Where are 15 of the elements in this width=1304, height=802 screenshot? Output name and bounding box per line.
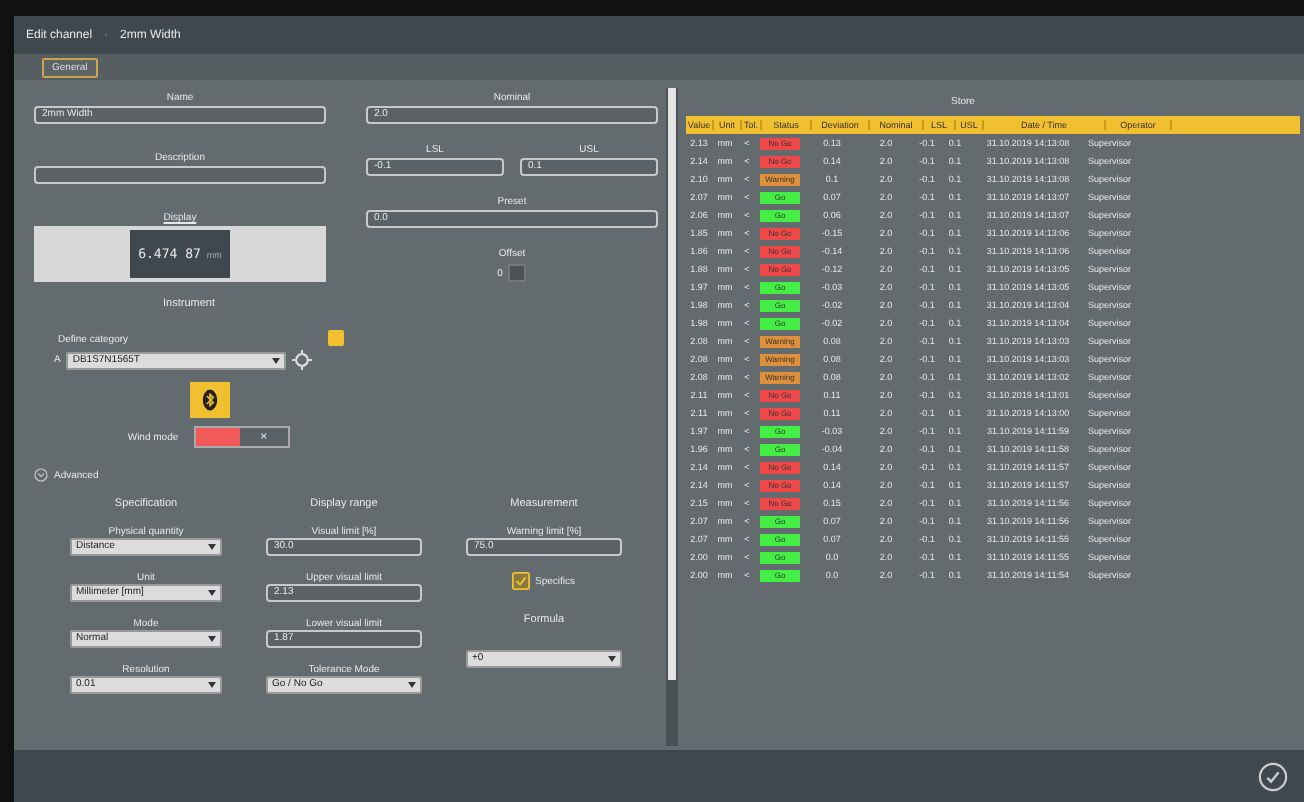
caret-icon	[208, 544, 216, 550]
bluetooth-icon	[201, 388, 217, 412]
caret-icon	[608, 656, 616, 662]
crosshair-icon[interactable]	[292, 350, 313, 370]
connect-button[interactable]	[189, 382, 229, 418]
caret-icon	[208, 636, 216, 642]
caret-icon	[208, 590, 216, 596]
checkbox[interactable]	[512, 572, 531, 590]
caret-icon	[208, 682, 216, 688]
description-field[interactable]	[34, 166, 326, 184]
scrollbar[interactable]	[666, 88, 678, 746]
expand-icon[interactable]	[34, 468, 48, 482]
caret-icon	[408, 682, 416, 688]
caret-icon	[272, 357, 281, 363]
confirm-icon[interactable]	[1258, 761, 1288, 791]
